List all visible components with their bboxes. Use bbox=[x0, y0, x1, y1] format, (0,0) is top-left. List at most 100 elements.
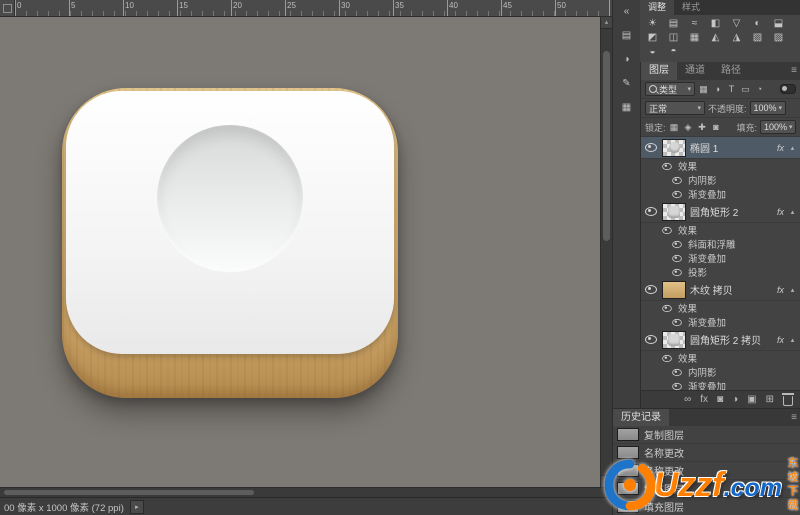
expand-panels-icon[interactable]: « bbox=[618, 4, 636, 20]
tab-channels[interactable]: 通道 bbox=[677, 62, 713, 80]
layer-row-ellipse-1[interactable]: 椭圆 1 fx ▴ bbox=[641, 137, 800, 159]
effect-label[interactable]: 渐变叠加 bbox=[688, 315, 726, 329]
effect-row[interactable]: 斜面和浮雕 bbox=[641, 237, 800, 251]
visibility-toggle[interactable] bbox=[660, 304, 674, 313]
layer-style-icon[interactable]: fx bbox=[700, 391, 708, 409]
collapse-effects-icon[interactable]: ▴ bbox=[788, 286, 797, 294]
color-balance-icon[interactable]: ⬓ bbox=[771, 18, 786, 30]
color-lookup-icon[interactable]: ◭ bbox=[708, 32, 723, 44]
layer-row-rounded-rect-2-copy[interactable]: 圆角矩形 2 拷贝 fx ▴ bbox=[641, 329, 800, 351]
effects-row[interactable]: 效果 bbox=[641, 223, 800, 237]
threshold-icon[interactable]: ▨ bbox=[771, 32, 786, 44]
effect-label[interactable]: 渐变叠加 bbox=[688, 187, 726, 201]
collapse-effects-icon[interactable]: ▴ bbox=[788, 336, 797, 344]
layer-thumbnail[interactable] bbox=[662, 202, 686, 221]
tab-layers[interactable]: 图层 bbox=[641, 62, 677, 80]
link-layers-icon[interactable]: ∞ bbox=[684, 391, 691, 409]
visibility-toggle[interactable] bbox=[670, 382, 684, 391]
tab-paths[interactable]: 路径 bbox=[713, 62, 749, 80]
photo-filter-icon[interactable]: ◫ bbox=[666, 32, 681, 44]
visibility-toggle[interactable] bbox=[660, 226, 674, 235]
visibility-toggle[interactable] bbox=[670, 268, 684, 277]
brightness-contrast-icon[interactable]: ☀ bbox=[645, 18, 660, 30]
filter-pixel-icon[interactable]: ▦ bbox=[698, 84, 709, 95]
scroll-up-icon[interactable]: ▴ bbox=[601, 17, 612, 29]
layer-thumbnail[interactable] bbox=[662, 138, 686, 157]
vibrance-icon[interactable]: ▽ bbox=[729, 18, 744, 30]
visibility-toggle[interactable] bbox=[644, 285, 658, 294]
filter-type-icon[interactable]: T bbox=[726, 84, 737, 94]
visibility-toggle[interactable] bbox=[670, 176, 684, 185]
effect-label[interactable]: 斜面和浮雕 bbox=[688, 237, 736, 251]
properties-panel-icon[interactable]: ▤ bbox=[618, 28, 636, 44]
invert-icon[interactable]: ◮ bbox=[729, 32, 744, 44]
effects-label[interactable]: 效果 bbox=[678, 223, 697, 237]
visibility-toggle[interactable] bbox=[670, 190, 684, 199]
adjustment-layer-icon[interactable]: ◑ bbox=[732, 391, 738, 409]
visibility-toggle[interactable] bbox=[644, 143, 658, 152]
effect-label[interactable]: 内阴影 bbox=[688, 173, 717, 187]
tab-adjustments[interactable]: 调整 bbox=[640, 0, 675, 15]
visibility-toggle[interactable] bbox=[670, 254, 684, 263]
horizontal-ruler[interactable]: 0 5 10 15 20 25 30 35 40 45 50 bbox=[15, 0, 612, 17]
layer-row-wood-copy[interactable]: 木纹 拷贝 fx ▴ bbox=[641, 279, 800, 301]
opacity-input[interactable]: 100% ▾ bbox=[749, 101, 786, 115]
exposure-icon[interactable]: ◧ bbox=[708, 18, 723, 30]
horizontal-scrollbar-thumb[interactable] bbox=[4, 490, 254, 495]
visibility-toggle[interactable] bbox=[670, 368, 684, 377]
adjustments-panel-icon[interactable]: ◑ bbox=[618, 52, 636, 68]
effect-label[interactable]: 渐变叠加 bbox=[688, 251, 726, 265]
lock-transparency-icon[interactable]: ▦ bbox=[669, 122, 680, 133]
channel-mixer-icon[interactable]: ▦ bbox=[687, 32, 702, 44]
effect-row[interactable]: 渐变叠加 bbox=[641, 379, 800, 390]
effects-row[interactable]: 效果 bbox=[641, 159, 800, 173]
layer-thumbnail[interactable] bbox=[662, 330, 686, 349]
visibility-toggle[interactable] bbox=[644, 207, 658, 216]
effects-row[interactable]: 效果 bbox=[641, 351, 800, 365]
filter-shape-icon[interactable]: ▭ bbox=[740, 84, 751, 95]
effect-row[interactable]: 内阴影 bbox=[641, 365, 800, 379]
brush-panel-icon[interactable]: ✎ bbox=[618, 76, 636, 92]
lock-position-icon[interactable]: ✚ bbox=[697, 122, 708, 133]
tab-history[interactable]: 历史记录 bbox=[613, 409, 669, 426]
vertical-scrollbar-thumb[interactable] bbox=[603, 51, 610, 241]
collapse-effects-icon[interactable]: ▴ bbox=[788, 144, 797, 152]
selective-color-icon[interactable]: ◓ bbox=[666, 46, 681, 58]
effect-label[interactable]: 渐变叠加 bbox=[688, 379, 726, 390]
filter-kind-select[interactable]: 类型 ▾ bbox=[645, 82, 695, 96]
layer-name[interactable]: 圆角矩形 2 拷贝 bbox=[690, 332, 773, 347]
tab-styles[interactable]: 样式 bbox=[674, 0, 708, 15]
visibility-toggle[interactable] bbox=[660, 354, 674, 363]
channels-panel-icon[interactable]: ▦ bbox=[618, 100, 636, 116]
effects-label[interactable]: 效果 bbox=[678, 159, 697, 173]
layer-thumbnail[interactable] bbox=[662, 280, 686, 299]
effects-label[interactable]: 效果 bbox=[678, 301, 697, 315]
layer-mask-icon[interactable]: ◙ bbox=[717, 391, 723, 409]
visibility-toggle[interactable] bbox=[644, 335, 658, 344]
effect-row[interactable]: 渐变叠加 bbox=[641, 315, 800, 329]
filter-smart-object-icon[interactable]: ◔ bbox=[754, 84, 765, 94]
effect-row[interactable]: 内阴影 bbox=[641, 173, 800, 187]
levels-icon[interactable]: ▤ bbox=[666, 18, 681, 30]
layer-name[interactable]: 椭圆 1 bbox=[690, 140, 773, 155]
panel-menu-icon[interactable]: ≡ bbox=[791, 409, 797, 427]
effect-row[interactable]: 渐变叠加 bbox=[641, 187, 800, 201]
effects-row[interactable]: 效果 bbox=[641, 301, 800, 315]
effect-label[interactable]: 内阴影 bbox=[688, 365, 717, 379]
curves-icon[interactable]: ≈ bbox=[687, 18, 702, 30]
visibility-toggle[interactable] bbox=[670, 318, 684, 327]
posterize-icon[interactable]: ▧ bbox=[750, 32, 765, 44]
panel-menu-icon[interactable]: ≡ bbox=[791, 62, 797, 80]
filter-adjustment-icon[interactable]: ◑ bbox=[712, 84, 723, 94]
history-item[interactable]: 复制图层 bbox=[613, 426, 800, 444]
layer-name[interactable]: 木纹 拷贝 bbox=[690, 282, 773, 297]
horizontal-scrollbar[interactable] bbox=[0, 487, 612, 497]
new-layer-icon[interactable]: ⊞ bbox=[766, 391, 774, 409]
filter-toggle[interactable] bbox=[780, 84, 796, 94]
lock-paint-icon[interactable]: ◈ bbox=[683, 122, 694, 133]
status-menu-button[interactable]: ▸ bbox=[129, 499, 144, 514]
blend-mode-select[interactable]: 正常 ▾ bbox=[645, 101, 705, 115]
ruler-origin-corner[interactable] bbox=[0, 0, 15, 17]
visibility-toggle[interactable] bbox=[660, 162, 674, 171]
delete-layer-icon[interactable] bbox=[782, 393, 794, 406]
